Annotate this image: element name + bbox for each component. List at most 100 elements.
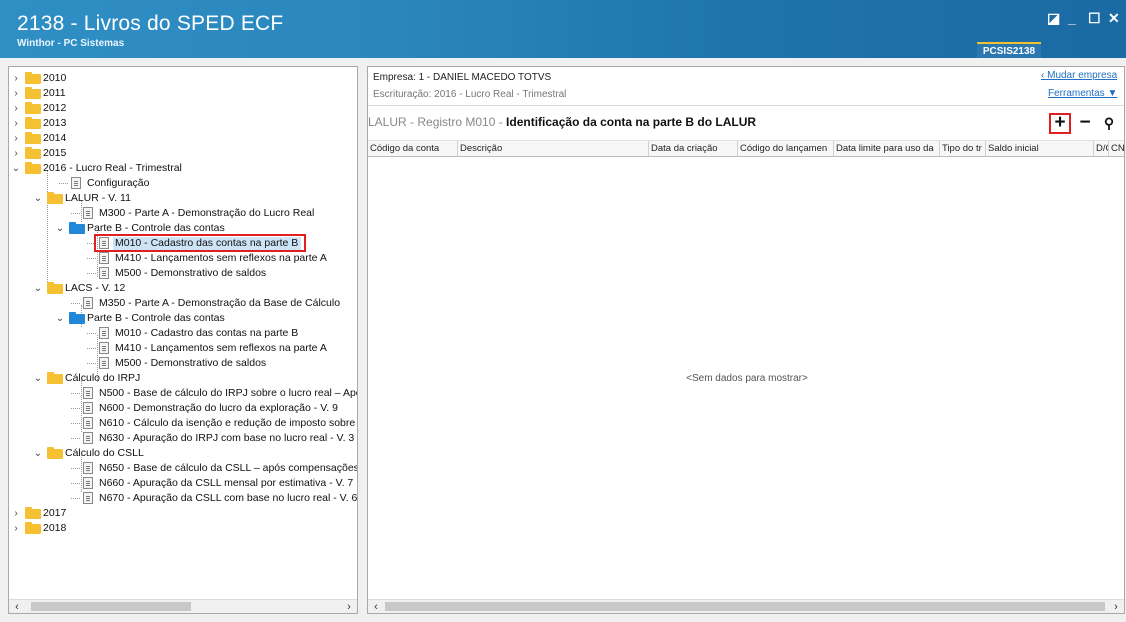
tree-item[interactable]: N670 - Apuração da CSLL com base no lucr… — [9, 491, 357, 506]
folder-icon — [47, 447, 63, 459]
column-header[interactable]: Tipo do tr — [940, 141, 986, 156]
column-header[interactable]: Código da conta — [368, 141, 458, 156]
folder-icon — [25, 72, 41, 84]
tree-item[interactable]: ⌄ Parte B - Controle das contas — [9, 311, 357, 326]
tree-item[interactable]: › 2011 — [9, 86, 357, 101]
tree-item[interactable]: N660 - Apuração da CSLL mensal por estim… — [9, 476, 357, 491]
folder-icon — [47, 282, 63, 294]
tree-item[interactable]: ⌄ Cálculo do IRPJ — [9, 371, 357, 386]
tree-item[interactable]: › 2018 — [9, 521, 357, 536]
chevron-down-icon[interactable]: ⌄ — [33, 191, 43, 206]
column-header[interactable]: Descrição — [458, 141, 649, 156]
chevron-down-icon[interactable]: ⌄ — [11, 161, 21, 176]
tree-connector — [71, 213, 80, 214]
tree-item[interactable]: ⌄ 2016 - Lucro Real - Trimestral — [9, 161, 357, 176]
chevron-right-icon[interactable]: › — [11, 506, 21, 521]
tree-item-label: M300 - Parte A - Demonstração do Lucro R… — [99, 207, 315, 219]
close-button[interactable]: ✕ — [1108, 11, 1120, 25]
tree-item[interactable]: ⌄ Cálculo do CSLL — [9, 446, 357, 461]
tree-item[interactable]: N650 - Base de cálculo da CSLL – após co… — [9, 461, 357, 476]
minimize-button[interactable]: _ — [1068, 11, 1076, 25]
tree-item[interactable]: M300 - Parte A - Demonstração do Lucro R… — [9, 206, 357, 221]
scrollbar-thumb[interactable] — [385, 602, 1105, 611]
scroll-right-icon[interactable]: › — [1109, 600, 1123, 613]
tree-item-label: M350 - Parte A - Demonstração da Base de… — [99, 297, 341, 309]
tree-item-label: LACS - V. 12 — [65, 282, 126, 294]
tree-item[interactable]: › 2012 — [9, 101, 357, 116]
search-icon[interactable]: ⚲ — [1099, 113, 1119, 133]
document-icon — [99, 342, 109, 354]
tree-connector — [71, 408, 80, 409]
tree-item[interactable]: N500 - Base de cálculo do IRPJ sobre o l… — [9, 386, 357, 401]
page-title: LALUR - Registro M010 - Identificação da… — [368, 115, 756, 129]
tree-connector — [87, 258, 96, 259]
tree-item-label: M410 - Lançamentos sem reflexos na parte… — [115, 342, 327, 354]
tree-item-label: M500 - Demonstrativo de saldos — [115, 357, 267, 369]
maximize-button[interactable]: ☐ — [1088, 11, 1101, 25]
tree-item-label: 2010 — [43, 72, 67, 84]
tree-item[interactable]: › 2013 — [9, 116, 357, 131]
add-button[interactable]: + — [1050, 113, 1070, 133]
chevron-down-icon[interactable]: ⌄ — [55, 221, 65, 236]
folder-icon — [47, 372, 63, 384]
tree-connector — [71, 483, 80, 484]
column-header[interactable]: Data da criação — [649, 141, 738, 156]
chevron-right-icon[interactable]: › — [11, 116, 21, 131]
chevron-right-icon[interactable]: › — [11, 146, 21, 161]
tree-item[interactable]: › 2014 — [9, 131, 357, 146]
restore-icon[interactable]: ◪ — [1047, 11, 1060, 25]
tree-item-label: 2015 — [43, 147, 67, 159]
document-icon — [71, 177, 81, 189]
tree-item-label: 2018 — [43, 522, 67, 534]
chevron-right-icon[interactable]: › — [11, 521, 21, 536]
tree-item-label: N610 - Cálculo da isenção e redução de i… — [99, 417, 358, 429]
tree-item[interactable]: ⌄ LACS - V. 12 — [9, 281, 357, 296]
escrituracao-label: Escrituração: 2016 - Lucro Real - Trimes… — [373, 89, 567, 100]
scroll-right-icon[interactable]: › — [342, 600, 356, 613]
tree-connector — [87, 363, 96, 364]
tree-item[interactable]: N600 - Demonstração do lucro da exploraç… — [9, 401, 357, 416]
tree-item-label: N650 - Base de cálculo da CSLL – após co… — [99, 462, 358, 474]
tree-item[interactable]: N610 - Cálculo da isenção e redução de i… — [9, 416, 357, 431]
remove-button[interactable]: − — [1075, 113, 1095, 133]
scroll-left-icon[interactable]: ‹ — [10, 600, 24, 613]
document-icon — [83, 462, 93, 474]
grid-horizontal-scrollbar[interactable]: ‹ › — [368, 599, 1124, 613]
tree-item[interactable]: N630 - Apuração do IRPJ com base no lucr… — [9, 431, 357, 446]
tree-item[interactable]: › 2010 — [9, 71, 357, 86]
chevron-right-icon[interactable]: › — [11, 101, 21, 116]
chevron-right-icon[interactable]: › — [11, 86, 21, 101]
tree-item[interactable]: M500 - Demonstrativo de saldos — [9, 356, 357, 371]
column-header[interactable]: Código do lançamen — [738, 141, 834, 156]
tree-item[interactable]: M010 - Cadastro das contas na parte B — [9, 326, 357, 341]
tree-connector — [87, 348, 96, 349]
chevron-right-icon[interactable]: › — [11, 131, 21, 146]
tree-item[interactable]: › 2015 — [9, 146, 357, 161]
scrollbar-thumb[interactable] — [31, 602, 191, 611]
chevron-down-icon[interactable]: ⌄ — [33, 446, 43, 461]
chevron-down-icon[interactable]: ⌄ — [33, 281, 43, 296]
chevron-right-icon[interactable]: › — [11, 71, 21, 86]
document-icon — [83, 492, 93, 504]
scroll-left-icon[interactable]: ‹ — [369, 600, 383, 613]
tree-item-label: LALUR - V. 11 — [65, 192, 131, 204]
tree-horizontal-scrollbar[interactable]: ‹ › — [9, 599, 357, 613]
tree-item[interactable]: M500 - Demonstrativo de saldos — [9, 266, 357, 281]
tree-item[interactable]: ⌄ LALUR - V. 11 — [9, 191, 357, 206]
column-header[interactable]: D/C — [1094, 141, 1109, 156]
column-header[interactable]: CNPJ — [1109, 141, 1124, 156]
tree-item[interactable]: › 2017 — [9, 506, 357, 521]
document-icon — [99, 327, 109, 339]
document-icon — [83, 402, 93, 414]
tools-menu-link[interactable]: Ferramentas ▼ — [1048, 88, 1117, 99]
chevron-down-icon[interactable]: ⌄ — [33, 371, 43, 386]
tree-item[interactable]: M410 - Lançamentos sem reflexos na parte… — [9, 251, 357, 266]
tree-item[interactable]: M410 - Lançamentos sem reflexos na parte… — [9, 341, 357, 356]
tree-item[interactable]: M350 - Parte A - Demonstração da Base de… — [9, 296, 357, 311]
change-company-link[interactable]: ‹ Mudar empresa — [1041, 70, 1117, 81]
chevron-down-icon[interactable]: ⌄ — [55, 311, 65, 326]
column-header[interactable]: Data limite para uso da — [834, 141, 940, 156]
column-header[interactable]: Saldo inicial — [986, 141, 1094, 156]
tree-item[interactable]: Configuração — [9, 176, 357, 191]
tree-item-label: M500 - Demonstrativo de saldos — [115, 267, 267, 279]
